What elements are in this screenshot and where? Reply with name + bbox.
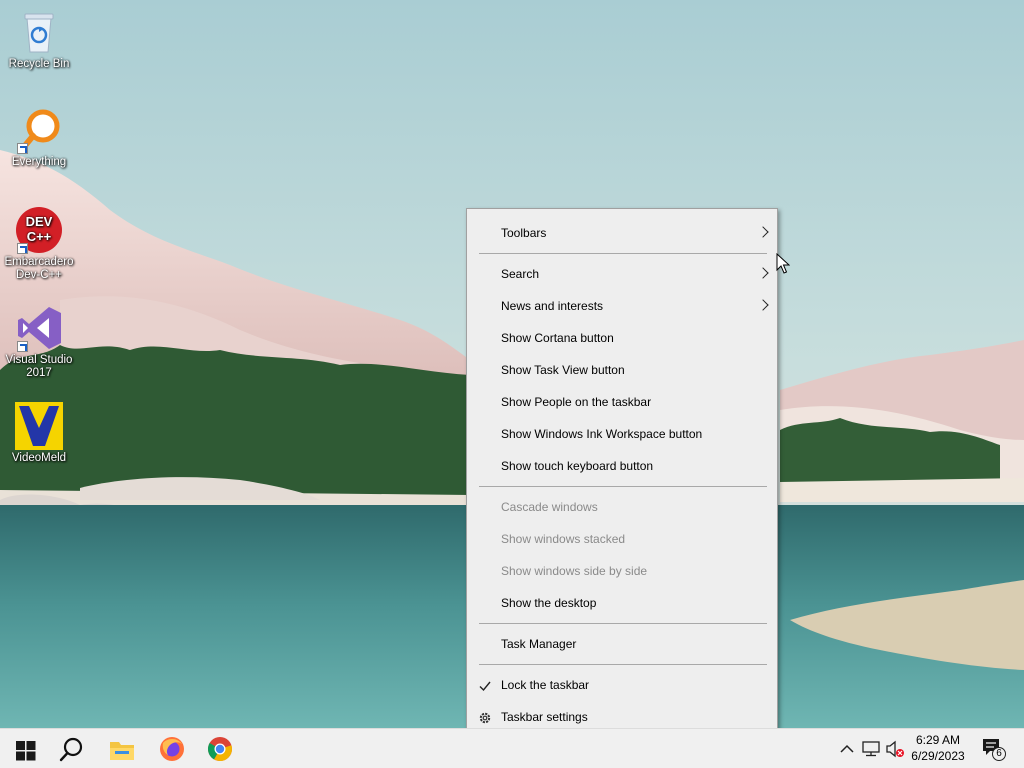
menu-item-label: News and interests <box>501 299 604 313</box>
menu-item-show-people[interactable]: Show People on the taskbar <box>467 386 777 418</box>
checkmark-icon <box>477 669 493 701</box>
search-icon <box>59 737 83 762</box>
desktop-icon-visual-studio[interactable]: Visual Studio 2017 <box>1 304 77 380</box>
desktop-icon-videomeld[interactable]: VideoMeld <box>1 402 77 465</box>
shortcut-arrow-icon <box>17 143 28 154</box>
action-center-button[interactable]: 6 <box>978 729 1018 768</box>
windows-logo-icon <box>16 741 36 761</box>
menu-item-label: Show People on the taskbar <box>501 395 652 409</box>
taskbar-firefox[interactable] <box>148 729 196 768</box>
menu-item-label: Show Windows Ink Workspace button <box>501 427 703 441</box>
desktop-icon-label: Recycle Bin <box>8 58 70 70</box>
taskbar-context-menu: Toolbars Search News and interests Show … <box>466 208 778 741</box>
menu-item-label: Task Manager <box>501 637 577 651</box>
desktop-icon-label: Everything <box>11 156 67 168</box>
visual-studio-icon <box>15 304 63 352</box>
network-icon <box>862 741 880 757</box>
start-button[interactable] <box>0 729 48 768</box>
menu-item-show-task-view-button[interactable]: Show Task View button <box>467 354 777 386</box>
menu-item-label: Toolbars <box>501 226 547 240</box>
everything-search-icon <box>15 106 63 154</box>
desktop-icon-recycle-bin[interactable]: Recycle Bin <box>1 8 77 71</box>
tray-network[interactable] <box>860 729 882 768</box>
clock-date: 6/29/2023 <box>911 749 965 763</box>
notification-count-badge: 6 <box>992 747 1006 761</box>
recycle-bin-icon <box>15 8 63 56</box>
svg-text:C++: C++ <box>27 229 52 244</box>
shortcut-arrow-icon <box>17 341 28 352</box>
firefox-icon <box>160 737 184 761</box>
dev-cpp-icon: DEV C++ <box>15 206 63 254</box>
menu-item-news-and-interests[interactable]: News and interests <box>467 290 777 322</box>
menu-item-label: Cascade windows <box>501 500 598 514</box>
menu-item-label: Search <box>501 267 540 281</box>
menu-item-label: Show windows stacked <box>501 532 626 546</box>
desktop-icon-dev-cpp[interactable]: DEV C++ Embarcadero Dev-C++ <box>1 206 77 282</box>
menu-separator <box>479 623 767 624</box>
videomeld-icon <box>15 402 63 450</box>
taskbar-search-button[interactable] <box>48 729 96 768</box>
menu-separator <box>479 253 767 254</box>
mouse-cursor-icon <box>776 252 791 280</box>
chrome-icon <box>207 737 232 761</box>
desktop-icon-label: Embarcadero Dev-C++ <box>4 256 74 281</box>
menu-item-label: Lock the taskbar <box>501 678 590 692</box>
menu-item-show-ink-workspace[interactable]: Show Windows Ink Workspace button <box>467 418 777 450</box>
menu-item-search[interactable]: Search <box>467 258 777 290</box>
menu-item-label: Show Task View button <box>501 363 625 377</box>
clock-time: 6:29 AM <box>915 733 961 747</box>
menu-item-show-windows-side-by-side: Show windows side by side <box>467 555 777 587</box>
menu-item-lock-the-taskbar[interactable]: Lock the taskbar <box>467 669 777 701</box>
taskbar[interactable]: 6:29 AM 6/29/2023 6 <box>0 728 1024 768</box>
chevron-right-icon <box>757 299 769 311</box>
taskbar-file-explorer[interactable] <box>98 729 146 768</box>
shortcut-arrow-icon <box>17 243 28 254</box>
menu-item-show-windows-stacked: Show windows stacked <box>467 523 777 555</box>
chevron-right-icon <box>757 267 769 279</box>
desktop-icon-label: VideoMeld <box>11 452 67 464</box>
chevron-up-icon <box>840 744 854 753</box>
notification-count: 6 <box>996 748 1002 759</box>
menu-item-show-the-desktop[interactable]: Show the desktop <box>467 587 777 619</box>
menu-separator <box>479 486 767 487</box>
menu-item-label: Show windows side by side <box>501 564 648 578</box>
menu-item-label: Show Cortana button <box>501 331 614 345</box>
menu-item-show-touch-keyboard[interactable]: Show touch keyboard button <box>467 450 777 482</box>
chevron-right-icon <box>757 226 769 238</box>
menu-item-toolbars[interactable]: Toolbars <box>467 217 777 249</box>
menu-item-label: Show touch keyboard button <box>501 459 654 473</box>
menu-item-task-manager[interactable]: Task Manager <box>467 628 777 660</box>
desktop-icon-everything[interactable]: Everything <box>1 106 77 169</box>
file-explorer-icon <box>110 742 134 760</box>
menu-item-cascade-windows: Cascade windows <box>467 491 777 523</box>
menu-separator <box>479 664 767 665</box>
desktop-screen: Recycle Bin Everything DEV C++ Embarcade… <box>0 0 1024 768</box>
desktop-icon-label: Visual Studio 2017 <box>5 354 73 379</box>
tray-show-hidden-icons[interactable] <box>836 729 858 768</box>
menu-item-label: Taskbar settings <box>501 710 588 724</box>
menu-item-show-cortana-button[interactable]: Show Cortana button <box>467 322 777 354</box>
menu-item-label: Show the desktop <box>501 596 597 610</box>
taskbar-chrome[interactable] <box>196 729 244 768</box>
taskbar-clock[interactable]: 6:29 AM 6/29/2023 <box>902 732 974 764</box>
svg-text:DEV: DEV <box>26 214 53 229</box>
